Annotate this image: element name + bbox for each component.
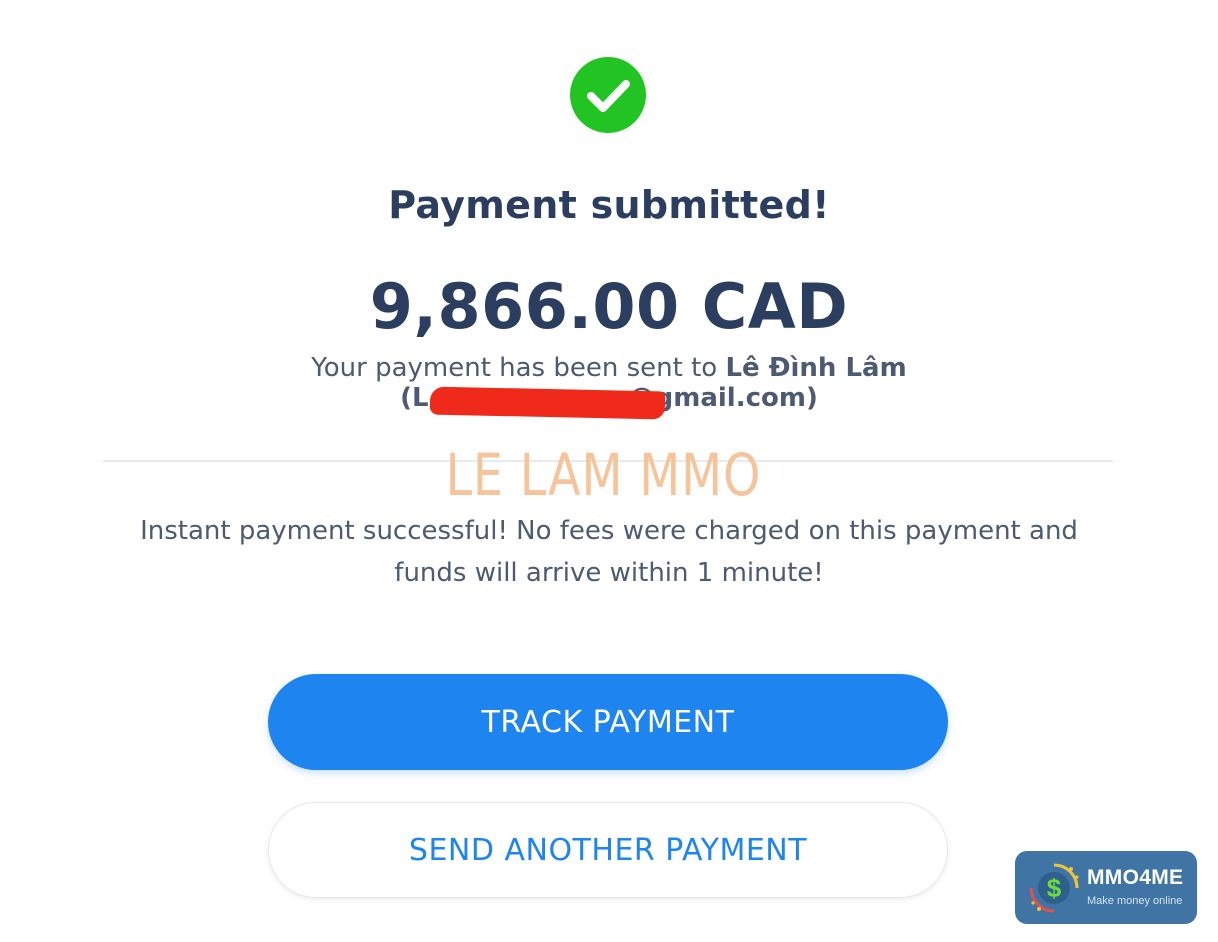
info-message: Instant payment successful! No fees were… — [140, 516, 1078, 588]
dollar-coin-icon: $ — [1029, 863, 1079, 913]
svg-text:$: $ — [1047, 873, 1062, 903]
email-redaction-mark — [429, 386, 666, 420]
recipient-name: Lê Đình Lâm — [725, 353, 907, 383]
recipient-line: Your payment has been sent to Lê Đình Lâ… — [0, 353, 1218, 383]
recipient-email-open: (L — [400, 383, 429, 413]
payment-confirmation-screen: Payment submitted! 9,866.00 CAD Your pay… — [0, 0, 1218, 942]
watermark-text: LE LAM MMO — [445, 441, 762, 509]
payment-amount: 9,866.00 CAD — [369, 270, 849, 343]
mmo4me-logo: $ MMO4ME Make money online — [1015, 851, 1197, 924]
check-circle-icon — [570, 57, 646, 133]
logo-tagline: Make money online — [1087, 895, 1183, 907]
send-another-payment-button[interactable]: SEND ANOTHER PAYMENT — [268, 802, 948, 898]
page-title: Payment submitted! — [388, 183, 830, 227]
track-payment-button[interactable]: TRACK PAYMENT — [268, 674, 948, 770]
sent-to-text: Your payment has been sent to — [311, 353, 726, 383]
logo-name: MMO4ME — [1087, 866, 1184, 889]
